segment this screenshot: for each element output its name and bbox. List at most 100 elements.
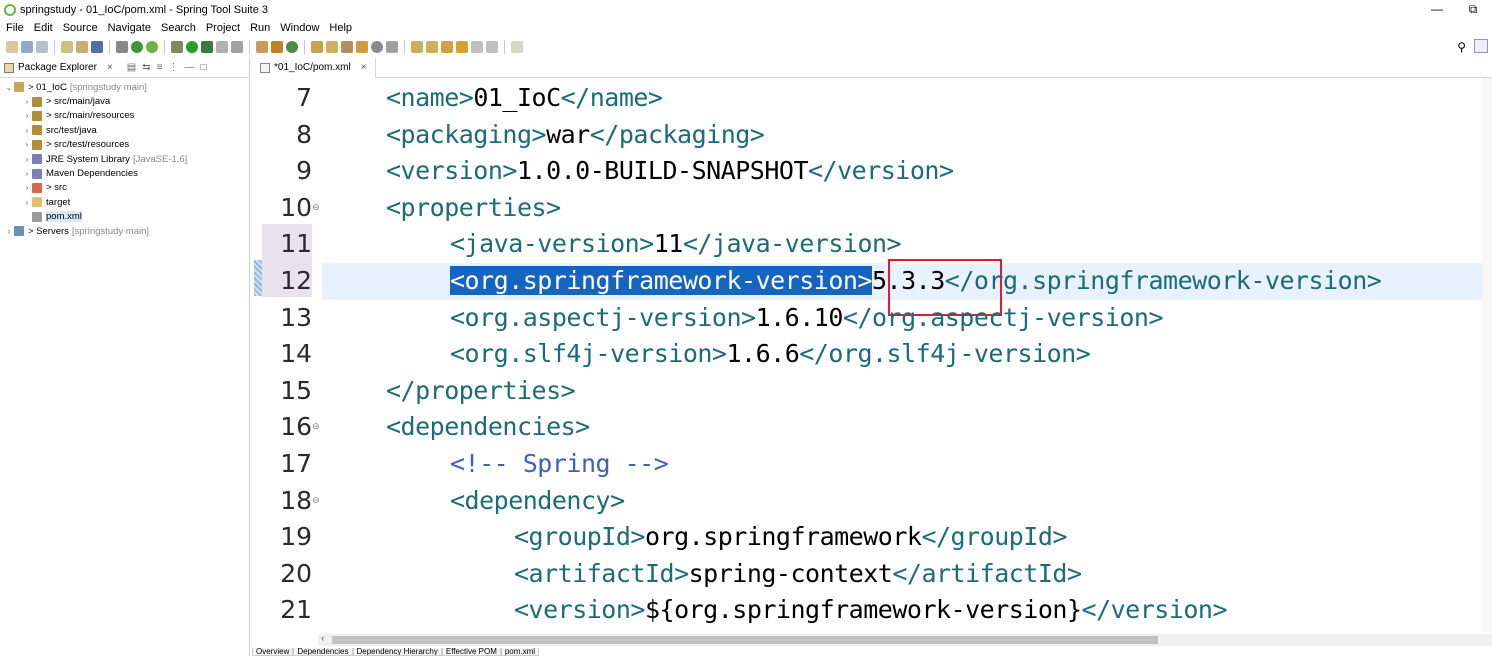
code-line[interactable]: <dependency>: [450, 486, 625, 515]
code-line[interactable]: <org.aspectj-version>1.6.10</org.aspectj…: [450, 303, 1164, 332]
open-folder-icon[interactable]: [326, 41, 338, 53]
new-package-icon[interactable]: [271, 41, 283, 53]
menu-navigate[interactable]: Navigate: [108, 22, 151, 34]
expand-arrow-icon[interactable]: ›: [22, 155, 32, 164]
menu-file[interactable]: File: [6, 22, 24, 34]
filter-icon[interactable]: ≡: [157, 62, 163, 73]
expand-arrow-icon[interactable]: ⌄: [4, 83, 14, 92]
expand-arrow-icon[interactable]: ›: [4, 227, 14, 236]
save-icon[interactable]: [21, 41, 33, 53]
tree-item[interactable]: › > src/main/java: [0, 94, 249, 108]
tab-dependency-hierarchy[interactable]: Dependency Hierarchy: [352, 648, 442, 656]
code-line[interactable]: <packaging>war</packaging>: [386, 120, 765, 149]
code-line[interactable]: <version>1.0.0-BUILD-SNAPSHOT</version>: [386, 156, 954, 185]
expand-arrow-icon[interactable]: ›: [22, 97, 32, 106]
spring-boot-dashboard-icon[interactable]: [131, 41, 143, 53]
code-line[interactable]: <org.springframework-version>5.3.3</org.…: [450, 266, 1382, 295]
tree-item[interactable]: › > src: [0, 181, 249, 195]
close-icon[interactable]: ×: [361, 62, 367, 73]
code-line[interactable]: <groupId>org.springframework</groupId>: [514, 522, 1067, 551]
package-icon[interactable]: [61, 41, 73, 53]
tree-item[interactable]: › > Servers [springstudy main]: [0, 224, 249, 238]
horizontal-scrollbar[interactable]: ‹: [318, 633, 1492, 646]
search-icon[interactable]: ⚲: [1457, 40, 1466, 54]
menu-search[interactable]: Search: [161, 22, 196, 34]
tree-item[interactable]: › target: [0, 195, 249, 209]
run-external-icon[interactable]: [201, 41, 213, 53]
scroll-left-icon[interactable]: ‹: [321, 633, 324, 644]
fold-icon[interactable]: ⊖: [312, 495, 320, 506]
tree-item[interactable]: › JRE System Library [JavaSE-1.6]: [0, 152, 249, 166]
tree-item[interactable]: › > src/main/resources: [0, 109, 249, 123]
vertical-scrollbar[interactable]: [1482, 78, 1492, 632]
code-line[interactable]: <!-- Spring -->: [450, 449, 669, 478]
expand-arrow-icon[interactable]: ›: [22, 111, 32, 120]
debug-icon[interactable]: [171, 41, 183, 53]
maximize-view-icon[interactable]: □: [200, 62, 206, 73]
menu-project[interactable]: Project: [206, 22, 240, 34]
skip-breakpoints-icon[interactable]: [116, 41, 128, 53]
perspective-icon[interactable]: [1474, 39, 1488, 53]
refresh-icon[interactable]: [146, 41, 158, 53]
menu-edit[interactable]: Edit: [34, 22, 53, 34]
last-edit-location-icon[interactable]: [441, 41, 453, 53]
open-type-icon[interactable]: [311, 41, 323, 53]
console-icon[interactable]: [91, 41, 103, 53]
previous-annotation-icon[interactable]: [426, 41, 438, 53]
menu-run[interactable]: Run: [250, 22, 270, 34]
run-icon[interactable]: [186, 41, 198, 53]
open-resource-icon[interactable]: [356, 41, 368, 53]
nav-forward-icon[interactable]: [486, 41, 498, 53]
tree-item[interactable]: ⌄ > 01_IoC [springstudy main]: [0, 80, 249, 94]
tab-dependencies[interactable]: Dependencies: [293, 648, 353, 656]
expand-arrow-icon[interactable]: ›: [22, 169, 32, 178]
forward-icon[interactable]: [471, 41, 483, 53]
expand-arrow-icon[interactable]: ›: [22, 140, 32, 149]
code-line[interactable]: <java-version>11</java-version>: [450, 229, 902, 258]
view-menu-icon[interactable]: ⋮: [168, 62, 178, 73]
new-class-icon[interactable]: [286, 41, 298, 53]
tab-pom-xml[interactable]: pom.xml: [500, 648, 540, 656]
code-line[interactable]: <properties>: [386, 193, 561, 222]
tab-pom-xml[interactable]: *01_IoC/pom.xml ×: [252, 57, 376, 78]
expand-arrow-icon[interactable]: ›: [22, 183, 32, 192]
minimize-view-icon[interactable]: —: [184, 62, 194, 73]
fold-icon[interactable]: ⊖: [312, 202, 320, 213]
close-icon[interactable]: ×: [107, 62, 113, 73]
tab-package-explorer[interactable]: Package Explorer ×: [4, 58, 119, 78]
menu-window[interactable]: Window: [280, 22, 319, 34]
search-tool-icon[interactable]: [386, 41, 398, 53]
code-line[interactable]: </properties>: [386, 376, 576, 405]
expand-arrow-icon[interactable]: ›: [22, 126, 32, 135]
code-line[interactable]: <artifactId>spring-context</artifactId>: [514, 559, 1082, 588]
next-annotation-icon[interactable]: [411, 41, 423, 53]
globe-icon[interactable]: [371, 41, 383, 53]
menu-source[interactable]: Source: [63, 22, 98, 34]
jar-icon[interactable]: [76, 41, 88, 53]
restore-button[interactable]: ⧉: [1466, 2, 1480, 17]
code-line[interactable]: <dependencies>: [386, 412, 590, 441]
new-icon[interactable]: [6, 41, 18, 53]
tree-item[interactable]: › Maven Dependencies: [0, 166, 249, 180]
code-line[interactable]: <version>${org.springframework-version}<…: [514, 595, 1228, 624]
scrollbar-thumb[interactable]: [332, 636, 1158, 644]
collapse-all-icon[interactable]: ▤: [127, 62, 136, 73]
tree-item[interactable]: pom.xml: [0, 210, 249, 224]
build-icon[interactable]: [231, 41, 243, 53]
code-editor[interactable]: 7 <name>01_IoC</name> 8 <packaging>war</pac…: [252, 78, 1492, 632]
link-with-editor-icon[interactable]: ⇆: [142, 62, 150, 73]
stop-icon[interactable]: [216, 41, 228, 53]
code-line[interactable]: <name>01_IoC</name>: [386, 83, 663, 112]
menu-help[interactable]: Help: [329, 22, 352, 34]
pin-editor-icon[interactable]: [511, 41, 523, 53]
tab-effective-pom[interactable]: Effective POM: [441, 648, 501, 656]
open-task-icon[interactable]: [341, 41, 353, 53]
tree-item[interactable]: › > src/test/resources: [0, 138, 249, 152]
code-line[interactable]: <org.slf4j-version>1.6.6</org.slf4j-vers…: [450, 339, 1091, 368]
expand-arrow-icon[interactable]: ›: [22, 198, 32, 207]
save-all-icon[interactable]: [36, 41, 48, 53]
tree-item[interactable]: › src/test/java: [0, 123, 249, 137]
fold-icon[interactable]: ⊖: [312, 421, 320, 432]
new-java-project-icon[interactable]: [256, 41, 268, 53]
back-icon[interactable]: [456, 41, 468, 53]
